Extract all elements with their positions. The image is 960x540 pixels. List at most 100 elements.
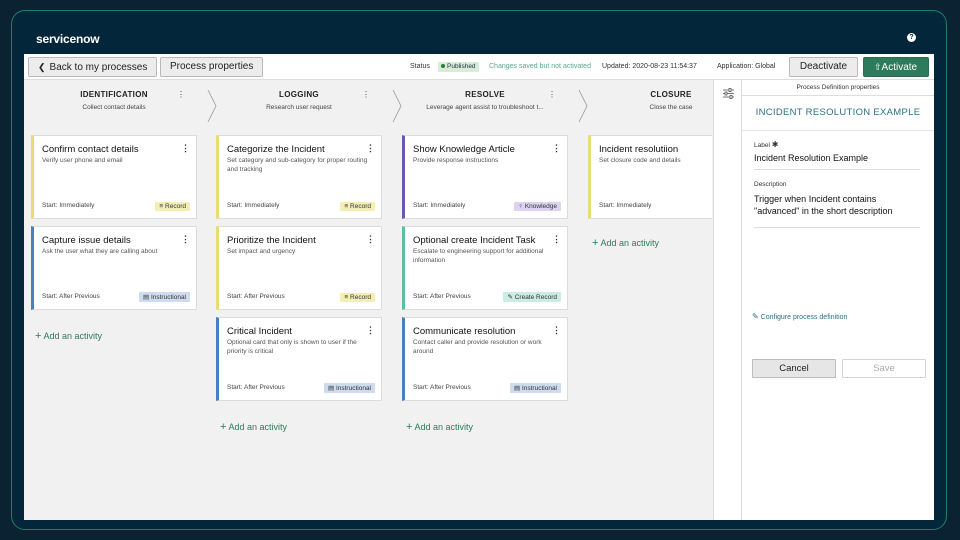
card-type-badge: ▤ Instructional xyxy=(510,383,561,393)
card-description: Provide response instructions xyxy=(413,157,499,164)
save-button[interactable]: Save xyxy=(842,359,926,378)
card-menu-icon[interactable]: ⋮ xyxy=(366,325,375,336)
help-icon[interactable]: ? xyxy=(907,33,916,42)
card-type-badge: ≡ Record xyxy=(340,202,375,211)
servicenow-logo[interactable]: servicenow xyxy=(36,32,100,46)
activity-card[interactable]: Communicate resolution Contact caller and… xyxy=(402,317,568,401)
card-title: Critical Incident xyxy=(227,326,292,337)
bulb-icon: ♀ xyxy=(518,203,525,210)
card-type-label: Record xyxy=(165,203,186,210)
process-designer: ❮ Back to my processes Process properties… xyxy=(24,54,934,520)
pencil-icon: ✎ xyxy=(507,294,515,301)
process-properties-panel: Process Definition properties INCIDENT R… xyxy=(742,80,934,520)
card-description: Ask the user what they are calling about xyxy=(42,248,158,255)
card-type-label: Knowledge xyxy=(524,203,557,210)
add-activity-label: Add an activity xyxy=(228,422,287,432)
card-type-badge: ✎ Create Record xyxy=(503,292,561,302)
activity-card[interactable]: Capture issue details Ask the user what t… xyxy=(31,226,197,310)
configure-process-link[interactable]: ✎ Configure process definition xyxy=(752,312,847,321)
plus-icon: + xyxy=(35,330,42,342)
add-activity-link[interactable]: + Add an activity xyxy=(406,421,473,433)
card-type-label: Create Record xyxy=(514,294,557,301)
card-menu-icon[interactable]: ⋮ xyxy=(552,325,561,336)
doc-icon: ▤ xyxy=(514,385,522,392)
card-menu-icon[interactable]: ⋮ xyxy=(552,234,561,245)
activity-card[interactable]: Confirm contact details Verify user phone… xyxy=(31,135,197,219)
activity-card[interactable]: Critical Incident Optional card that only… xyxy=(216,317,382,401)
label-caption-text: Label xyxy=(754,142,770,149)
card-description: Verify user phone and email xyxy=(42,157,123,164)
configure-link-text: Configure process definition xyxy=(760,314,848,321)
activate-button[interactable]: ⇧Activate xyxy=(863,57,929,77)
card-menu-icon[interactable]: ⋮ xyxy=(552,143,561,154)
deactivate-label: Deactivate xyxy=(799,61,848,72)
card-type-label: Instructional xyxy=(335,385,371,392)
card-title: Categorize the Incident xyxy=(227,144,325,155)
card-type-label: Record xyxy=(350,294,371,301)
card-title: Optional create Incident Task xyxy=(413,235,536,246)
card-title: Prioritize the Incident xyxy=(227,235,316,246)
card-type-badge: ♀ Knowledge xyxy=(514,202,561,211)
cancel-button[interactable]: Cancel xyxy=(752,359,836,378)
add-activity-link[interactable]: + Add an activity xyxy=(592,237,659,249)
stage-menu-icon[interactable]: ⋮ xyxy=(177,90,185,99)
stage-menu-icon[interactable]: ⋮ xyxy=(548,90,556,99)
deactivate-button[interactable]: Deactivate xyxy=(789,57,858,77)
card-description: Escalate to engineering support for addi… xyxy=(413,248,544,264)
card-title: Show Knowledge Article xyxy=(413,144,515,155)
card-type-label: Instructional xyxy=(150,294,186,301)
card-type-badge: ▤ Instructional xyxy=(324,383,375,393)
application-scope: Application: Global xyxy=(717,63,776,70)
stage-menu-icon[interactable]: ⋮ xyxy=(362,90,370,99)
plus-icon: + xyxy=(220,421,227,433)
card-description: Contact caller and provide resolution or… xyxy=(413,339,542,355)
card-description: Optional card that only is shown to user… xyxy=(227,339,357,355)
card-start: Start: After Previous xyxy=(227,293,285,300)
top-bar: servicenow ? xyxy=(24,24,934,54)
card-type-badge: ≡ Record xyxy=(155,202,190,211)
stage-name: RESOLVE xyxy=(465,90,505,99)
plus-icon: + xyxy=(406,421,413,433)
card-type-badge: ▤ Instructional xyxy=(139,292,190,302)
upload-icon: ⇧ xyxy=(874,62,882,72)
doc-icon: ▤ xyxy=(328,385,336,392)
activity-card[interactable]: Prioritize the Incident Set impact and ur… xyxy=(216,226,382,310)
card-start: Start: After Previous xyxy=(42,293,100,300)
status-label: Status xyxy=(410,63,430,70)
add-activity-link[interactable]: + Add an activity xyxy=(35,330,102,342)
card-menu-icon[interactable]: ⋮ xyxy=(366,143,375,154)
back-label: Back to my processes xyxy=(49,62,148,73)
card-start: Start: After Previous xyxy=(227,384,285,391)
stage-description: Research user request xyxy=(266,104,332,111)
card-description: Set category and sub-category for proper… xyxy=(227,157,368,173)
card-title: Capture issue details xyxy=(42,235,131,246)
activity-card[interactable]: Optional create Incident Task Escalate to… xyxy=(402,226,568,310)
activity-card[interactable]: Show Knowledge Article Provide response i… xyxy=(402,135,568,219)
card-menu-icon[interactable]: ⋮ xyxy=(366,234,375,245)
card-title: Incident resolutiion xyxy=(599,144,679,155)
label-field[interactable]: Incident Resolution Example xyxy=(754,153,920,170)
card-start: Start: After Previous xyxy=(413,293,471,300)
status-value: Published xyxy=(447,63,476,70)
card-start: Start: Immediately xyxy=(227,202,280,209)
description-field[interactable]: Trigger when Incident contains "advanced… xyxy=(754,194,920,228)
card-menu-icon[interactable]: ⋮ xyxy=(181,234,190,245)
back-to-processes-button[interactable]: ❮ Back to my processes xyxy=(28,57,158,77)
add-activity-link[interactable]: + Add an activity xyxy=(220,421,287,433)
card-menu-icon[interactable]: ⋮ xyxy=(181,143,190,154)
updated-timestamp: Updated: 2020-08-23 11:54:37 xyxy=(602,63,697,70)
activity-card[interactable]: Incident resolutiion Set closure code and… xyxy=(588,135,712,219)
process-properties-button[interactable]: Process properties xyxy=(160,57,264,77)
panel-title: INCIDENT RESOLUTION EXAMPLE xyxy=(742,107,934,131)
required-asterisk-icon: ✱ xyxy=(771,140,779,149)
sliders-icon[interactable] xyxy=(723,88,734,99)
chevron-left-icon: ❮ xyxy=(38,62,46,72)
saved-note: Changes saved but not activated xyxy=(489,63,591,70)
stage-name: LOGGING xyxy=(279,90,319,99)
stage-header: IDENTIFICATION Collect contact details ⋮ xyxy=(31,90,197,120)
add-activity-label: Add an activity xyxy=(414,422,473,432)
card-description: Set impact and urgency xyxy=(227,248,296,255)
activity-card[interactable]: Categorize the Incident Set category and … xyxy=(216,135,382,219)
stage-description: Collect contact details xyxy=(82,104,146,111)
card-title: Communicate resolution xyxy=(413,326,516,337)
